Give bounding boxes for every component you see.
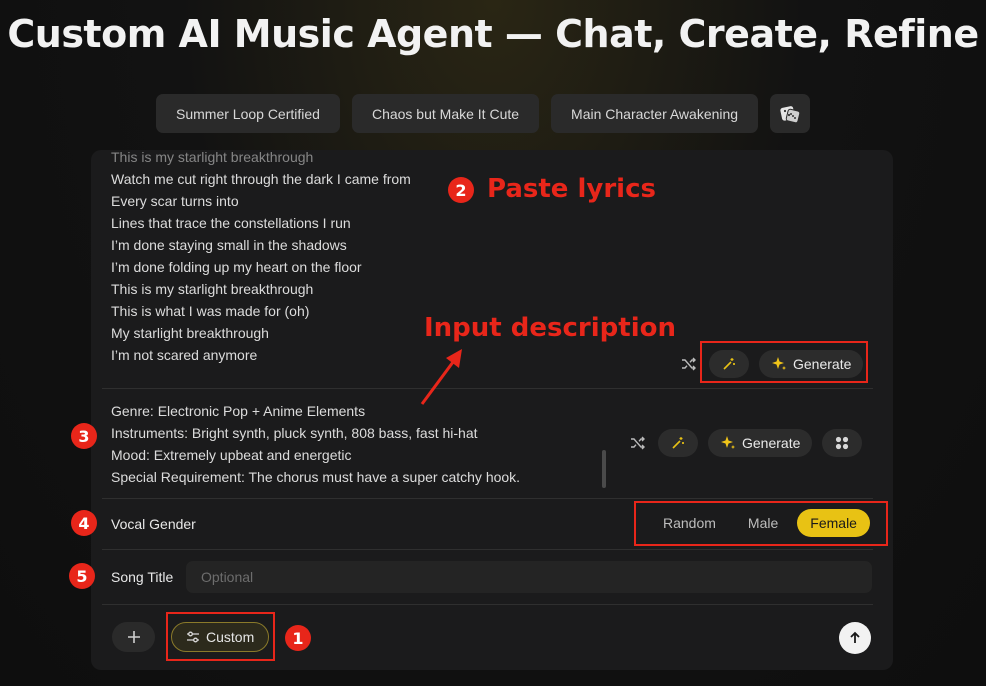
annotation-input-description: Input description <box>424 313 676 343</box>
section-divider <box>102 549 873 550</box>
song-title-label: Song Title <box>111 569 174 585</box>
description-shuffle-button[interactable] <box>628 433 648 453</box>
lyrics-line: I’m not scared anymore <box>111 347 258 363</box>
arrow-up-icon <box>850 631 860 643</box>
generate-label: Generate <box>742 435 801 451</box>
preset-chip-chaos-cute[interactable]: Chaos but Make It Cute <box>351 94 540 133</box>
preset-chip-summer-loop[interactable]: Summer Loop Certified <box>156 94 340 133</box>
section-divider <box>102 388 873 389</box>
shuffle-icon <box>631 436 645 450</box>
random-preset-button[interactable] <box>770 94 811 133</box>
lyrics-line: This is my starlight breakthrough <box>111 281 314 297</box>
composer-panel: This is my starlight breakthrough Watch … <box>91 150 893 670</box>
grid-icon <box>836 436 849 450</box>
description-generate-button[interactable]: Generate <box>708 429 813 457</box>
description-line: Mood: Extremely upbeat and energetic <box>111 447 352 463</box>
lyrics-line: I’m done staying small in the shadows <box>111 237 347 253</box>
lyrics-line: This is my starlight breakthrough <box>111 150 314 165</box>
sparkle-icon <box>721 436 735 449</box>
song-title-input[interactable] <box>186 561 872 593</box>
lyrics-line: I’m done folding up my heart on the floo… <box>111 259 362 275</box>
lyrics-line: Lines that trace the constellations I ru… <box>111 215 351 231</box>
description-textarea[interactable]: Genre: Electronic Pop + Anime Elements I… <box>111 400 611 488</box>
annotation-badge-5: 5 <box>69 563 95 589</box>
annotation-badge-2: 2 <box>448 177 474 203</box>
highlight-custom-button <box>166 612 275 661</box>
description-line: Instruments: Bright synth, pluck synth, … <box>111 425 478 441</box>
plus-icon <box>127 631 140 643</box>
annotation-badge-1: 1 <box>285 625 311 651</box>
highlight-lyrics-tools <box>700 341 868 383</box>
description-tools: Generate <box>628 429 863 457</box>
description-line: Special Requirement: The chorus must hav… <box>111 469 521 485</box>
style-grid-button[interactable] <box>822 429 863 457</box>
dice-icon <box>780 105 801 123</box>
shuffle-icon <box>682 357 696 371</box>
description-scrollbar[interactable] <box>602 450 606 488</box>
section-divider <box>102 498 873 499</box>
lyrics-shuffle-button[interactable] <box>679 354 699 374</box>
page-title: Custom AI Music Agent — Chat, Create, Re… <box>7 12 979 56</box>
annotation-badge-3: 3 <box>71 423 97 449</box>
vocal-gender-label: Vocal Gender <box>111 516 196 532</box>
description-enhance-button[interactable] <box>658 429 698 457</box>
preset-chips: Summer Loop Certified Chaos but Make It … <box>156 94 811 133</box>
description-line: Genre: Electronic Pop + Anime Elements <box>111 403 366 419</box>
add-attachment-button[interactable] <box>112 622 155 652</box>
annotation-arrow-icon <box>420 349 462 405</box>
annotation-paste-lyrics: Paste lyrics <box>487 174 656 204</box>
section-divider <box>102 604 873 605</box>
highlight-vocal-gender <box>634 501 888 546</box>
preset-chip-main-character[interactable]: Main Character Awakening <box>551 94 759 133</box>
magic-wand-icon <box>672 437 684 449</box>
send-button[interactable] <box>839 622 871 654</box>
annotation-badge-4: 4 <box>71 510 97 536</box>
